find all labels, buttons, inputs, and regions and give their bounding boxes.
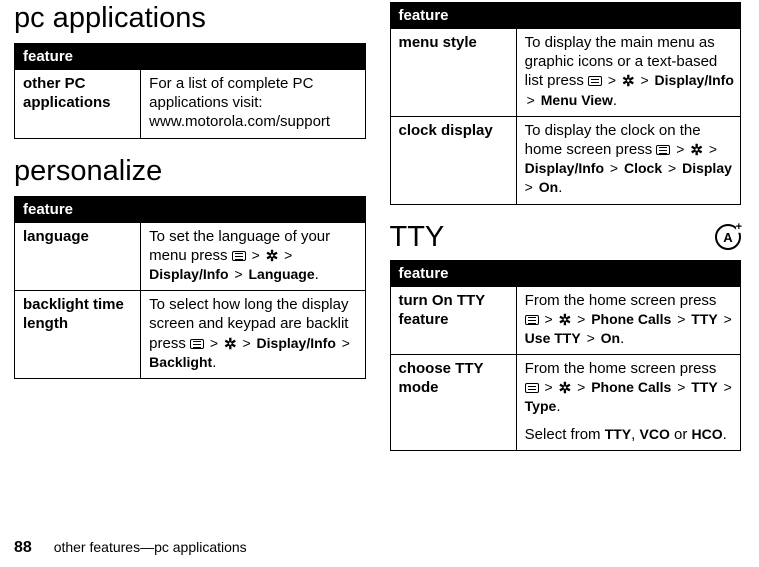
heading-tty-text: TTY: [390, 221, 445, 254]
feature-desc: To display the main menu as graphic icon…: [516, 29, 740, 117]
chevron-icon: >: [718, 379, 734, 395]
menu-path-item: Display/Info: [655, 72, 734, 88]
menu-icon: [656, 145, 670, 155]
chevron-icon: >: [635, 72, 655, 88]
menu-path-item: Language: [249, 266, 315, 282]
page-footer: 88 other features—pc applications: [14, 539, 247, 557]
menu-icon: [190, 339, 204, 349]
chevron-icon: >: [581, 330, 601, 346]
menu-path-item: TTY: [691, 311, 717, 327]
tools-icon: ✲: [559, 381, 572, 396]
chevron-icon: >: [670, 141, 690, 157]
table-header: feature: [390, 3, 741, 29]
feature-desc: From the home screen press > ✲ > Phone C…: [516, 286, 740, 355]
chevron-icon: >: [237, 335, 257, 351]
page: pc applications feature other PC applica…: [0, 0, 759, 467]
tools-icon: ✲: [224, 337, 237, 352]
heading-tty: TTY A: [390, 221, 742, 254]
accessibility-badge-icon: A: [715, 224, 741, 250]
feature-name: language: [15, 222, 141, 291]
menu-icon: [525, 315, 539, 325]
table-row: choose TTY mode From the home screen pre…: [390, 355, 741, 451]
table-row: clock display To display the clock on th…: [390, 116, 741, 204]
menu-path-item: Menu View: [541, 92, 613, 108]
feature-desc: To display the clock on the home screen …: [516, 116, 740, 204]
chevron-icon: >: [571, 379, 591, 395]
chevron-icon: >: [671, 379, 691, 395]
tools-icon: ✲: [266, 249, 279, 264]
feature-name: other PC applications: [15, 70, 141, 139]
feature-desc: From the home screen press > ✲ > Phone C…: [516, 355, 740, 451]
chevron-icon: >: [539, 379, 559, 395]
table-row: menu style To display the main menu as g…: [390, 29, 741, 117]
heading-personalize: personalize: [14, 155, 366, 188]
feature-name: clock display: [390, 116, 516, 204]
menu-path-item: Display/Info: [149, 266, 228, 282]
tools-icon: ✲: [622, 74, 635, 89]
menu-path-item: Phone Calls: [591, 311, 671, 327]
menu-path-item: Phone Calls: [591, 379, 671, 395]
menu-icon: [588, 76, 602, 86]
chevron-icon: >: [278, 247, 294, 263]
menu-path-item: Display: [682, 160, 732, 176]
heading-pc-applications: pc applications: [14, 2, 366, 35]
chevron-icon: >: [671, 311, 691, 327]
chevron-icon: >: [604, 160, 624, 176]
table-header: feature: [390, 260, 741, 286]
chevron-icon: >: [229, 266, 249, 282]
right-column: feature menu style To display the main m…: [390, 0, 742, 467]
feature-desc: To set the language of your menu press >…: [141, 222, 365, 291]
feature-desc: To select how long the display screen an…: [141, 291, 365, 379]
menu-path-item: Display/Info: [257, 335, 336, 351]
chevron-icon: >: [602, 72, 622, 88]
feature-name: turn On TTY feature: [390, 286, 516, 355]
menu-icon: [232, 251, 246, 261]
chevron-icon: >: [571, 311, 591, 327]
feature-desc: For a list of complete PC applications v…: [141, 70, 365, 139]
menu-path-item: Clock: [624, 160, 662, 176]
table-row: other PC applications For a list of comp…: [15, 70, 366, 139]
feature-name: backlight time length: [15, 291, 141, 379]
chevron-icon: >: [539, 311, 559, 327]
chevron-icon: >: [662, 160, 682, 176]
chevron-icon: >: [718, 311, 734, 327]
menu-path-item: Backlight: [149, 354, 212, 370]
menu-path-item: On: [539, 179, 558, 195]
menu-path-item: TTY: [691, 379, 717, 395]
chevron-icon: >: [246, 247, 266, 263]
menu-path-item: Type: [525, 398, 557, 414]
chevron-icon: >: [525, 92, 541, 108]
menu-path-item: On: [601, 330, 620, 346]
table-row: language To set the language of your men…: [15, 222, 366, 291]
menu-path-item: Use TTY: [525, 330, 581, 346]
feature-name: menu style: [390, 29, 516, 117]
menu-icon: [525, 383, 539, 393]
left-column: pc applications feature other PC applica…: [14, 0, 366, 467]
page-number: 88: [14, 539, 32, 556]
table-pc-applications: feature other PC applications For a list…: [14, 43, 366, 139]
menu-path-item: Display/Info: [525, 160, 604, 176]
tools-icon: ✲: [559, 313, 572, 328]
footer-text: other features—pc applications: [54, 539, 247, 555]
table-personalize-cont: feature menu style To display the main m…: [390, 2, 742, 205]
chevron-icon: >: [336, 335, 352, 351]
table-header: feature: [15, 44, 366, 70]
feature-name: choose TTY mode: [390, 355, 516, 451]
tools-icon: ✲: [690, 143, 703, 158]
table-row: turn On TTY feature From the home screen…: [390, 286, 741, 355]
chevron-icon: >: [204, 335, 224, 351]
chevron-icon: >: [703, 141, 719, 157]
table-personalize: feature language To set the language of …: [14, 196, 366, 379]
table-tty: feature turn On TTY feature From the hom…: [390, 260, 742, 451]
table-header: feature: [15, 196, 366, 222]
table-row: backlight time length To select how long…: [15, 291, 366, 379]
